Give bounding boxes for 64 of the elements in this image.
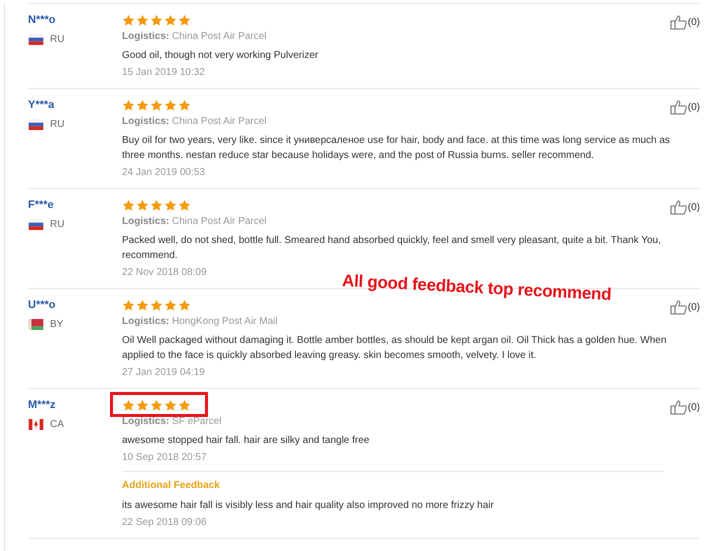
review-text: Packed well, do not shed, bottle full. Smeared hand absorbed quickly, feel and smell very pleasant, quite a bit. Thank You, recommend. [122,234,662,263]
user-name: U***o [28,298,57,313]
user-name: F***e [28,198,55,213]
star-icon [178,14,191,26]
logistics-label: Logistics: [122,116,170,127]
star-icon [136,298,149,312]
star-icon [136,14,149,26]
star-icon [164,198,177,212]
country-code: RU [50,33,64,47]
star-icon [122,398,135,412]
country-code: RU [50,218,64,232]
like-button[interactable]: (0) [670,199,700,215]
review-text: Buy oil for two years, very like. since it универсаленое use for hair, body and face. at this time was long service as much as three months. nestan reduce star because holidays were, and the post of Russia burns. seller recommend. [122,134,671,163]
country-code: RU [50,118,64,132]
logistics-label: Logistics: [122,216,170,227]
review-date: 24 Jan 2019 00:53 [122,166,205,180]
star-icon [164,14,177,26]
star-icon [178,98,191,112]
star-icon [122,198,135,212]
star-icon [136,198,149,212]
star-icon [164,98,177,112]
star-icon [150,14,163,26]
review-date: 15 Jan 2019 10:32 [122,66,205,80]
star-icon [136,98,149,112]
review-date: 22 Sep 2018 09:06 [122,516,207,530]
star-icon [150,398,163,412]
star-icon [178,298,191,312]
star-icon [164,298,177,312]
country-code: CA [50,418,64,432]
annotation-text: All good feedback top recommend [342,270,612,306]
logistics-method: China Post Air Parcel [172,216,267,227]
review-date: 27 Jan 2019 04:19 [122,366,205,380]
star-icon [178,398,191,412]
logistics-label: Logistics: [122,316,170,327]
review-text: awesome stopped hair fall. hair are silky and tangle free [122,434,370,448]
star-icon [122,98,135,112]
additional-feedback-title: Additional Feedback [122,479,221,493]
logistics-method: China Post Air Parcel [172,31,267,42]
logistics-method: SF eParcel [172,416,222,427]
like-button[interactable]: (0) [670,399,700,415]
user-name: M***z [28,398,57,413]
star-icon [122,298,135,312]
star-icon [164,398,177,412]
star-icon [122,14,135,26]
like-button[interactable]: (0) [670,14,700,30]
star-icon [150,98,163,112]
star-icon [136,398,149,412]
star-icon [150,198,163,212]
user-name: Y***a [28,98,56,113]
logistics-label: Logistics: [122,416,170,427]
country-code: BY [50,318,64,332]
review-text: its awesome hair fall is visibly less and hair quality also improved no more frizzy hair [122,499,495,513]
user-name: N***o [28,13,57,28]
like-button[interactable]: (0) [670,299,700,315]
review-date: 22 Nov 2018 08:09 [122,266,207,280]
star-icon [150,298,163,312]
review-text: Good oil, though not very working Pulverizer [122,49,320,63]
logistics-label: Logistics: [122,31,170,42]
review-date: 10 Sep 2018 20:57 [122,451,207,465]
review-text: Oil Well packaged without damaging it. Bottle amber bottles, as should be kept argan oil. Oil Thick has a golden hue. When applied to the face is quickly absorbed leaving greasy. skin becomes smooth, velvety. I love it. [122,334,668,363]
star-icon [178,198,191,212]
logistics-method: China Post Air Parcel [172,116,267,127]
like-button[interactable]: (0) [670,99,700,115]
logistics-method: HongKong Post Air Mail [172,316,278,327]
